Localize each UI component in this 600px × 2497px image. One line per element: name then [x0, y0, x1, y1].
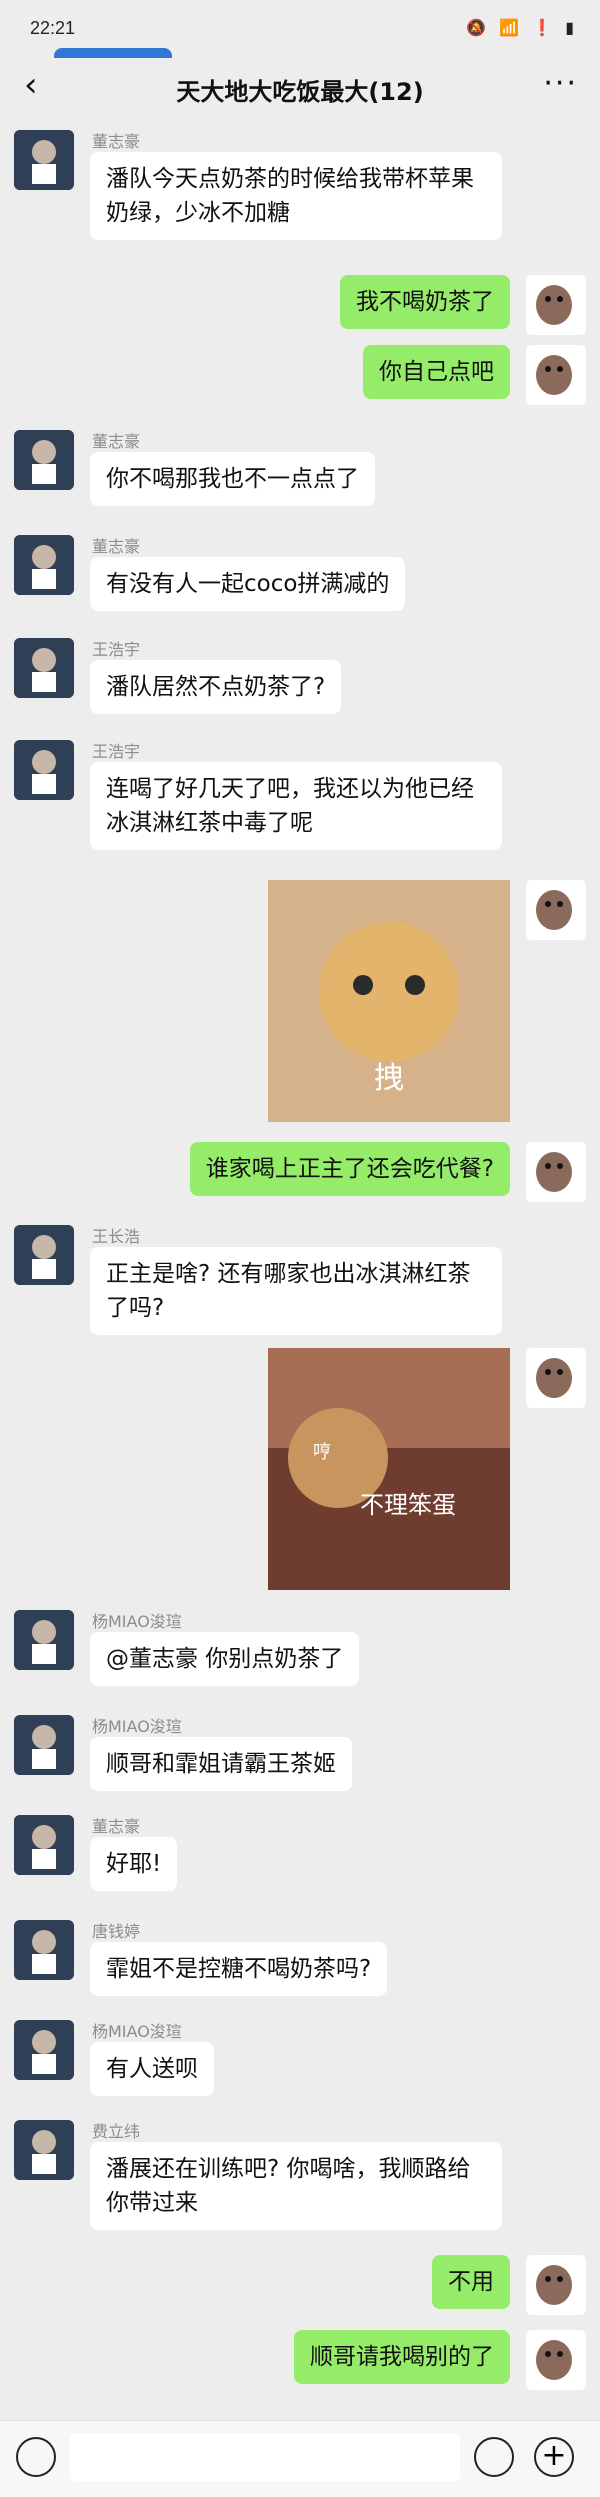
voice-button[interactable]	[16, 2437, 56, 2477]
avatar[interactable]	[526, 345, 586, 405]
message-bubble[interactable]: 潘展还在训练吧? 你喝啥，我顺路给你带过来	[90, 2142, 502, 2230]
avatar[interactable]	[526, 880, 586, 940]
message-bubble[interactable]: @董志豪 你别点奶茶了	[90, 1632, 360, 1686]
sender-name: 董志豪	[92, 537, 141, 556]
input-bar: +	[0, 2420, 600, 2497]
message-bubble[interactable]: 潘队今天点奶茶的时候给我带杯苹果奶绿，少冰不加糖	[90, 152, 502, 240]
sender-name: 王浩宇	[92, 742, 141, 761]
sender-name: 董志豪	[92, 1817, 141, 1836]
avatar[interactable]	[14, 535, 74, 595]
avatar[interactable]	[14, 2020, 74, 2080]
message-bubble[interactable]: 潘队居然不点奶茶了?	[90, 660, 342, 714]
mute-icon: 🔕	[466, 18, 491, 37]
message-bubble[interactable]: 霏姐不是控糖不喝奶茶吗?	[90, 1942, 388, 1996]
message-bubble[interactable]: 顺哥和霏姐请霸王茶姬	[90, 1737, 352, 1791]
message-bubble[interactable]: 有没有人一起coco拼满减的	[90, 557, 406, 611]
message-input[interactable]	[70, 2433, 460, 2481]
avatar[interactable]	[14, 1610, 74, 1670]
message-bubble[interactable]: 你不喝那我也不一点点了	[90, 452, 375, 506]
message-bubble[interactable]: 连喝了好几天了吧，我还以为他已经冰淇淋红茶中毒了呢	[90, 762, 502, 850]
avatar[interactable]	[526, 275, 586, 335]
plus-button[interactable]: +	[534, 2437, 574, 2477]
message-bubble[interactable]: 正主是啥? 还有哪家也出冰淇淋红茶了吗?	[90, 1247, 502, 1335]
sender-name: 杨MIAO浚瑄	[92, 1612, 182, 1631]
avatar[interactable]	[14, 430, 74, 490]
sender-name: 杨MIAO浚瑄	[92, 1717, 182, 1736]
avatar[interactable]	[14, 130, 74, 190]
avatar[interactable]	[14, 1225, 74, 1285]
image-message[interactable]: 拽	[268, 880, 510, 1122]
sender-name: 王长浩	[92, 1227, 141, 1246]
avatar[interactable]	[14, 2120, 74, 2180]
avatar[interactable]	[526, 2330, 586, 2390]
message-bubble[interactable]: 你自己点吧	[363, 345, 510, 399]
avatar[interactable]	[14, 1715, 74, 1775]
avatar[interactable]	[14, 1920, 74, 1980]
sender-name: 费立纬	[92, 2122, 141, 2141]
sender-name: 董志豪	[92, 432, 141, 451]
wifi-icon: 📶	[499, 18, 524, 37]
avatar[interactable]	[526, 1142, 586, 1202]
time: 22:21	[30, 18, 76, 38]
avatar[interactable]	[14, 1815, 74, 1875]
image-message[interactable]: 哼不理笨蛋	[268, 1348, 510, 1590]
image-caption: 拽	[374, 1061, 404, 1096]
message-bubble[interactable]: 有人送呗	[90, 2042, 214, 2096]
message-bubble[interactable]: 我不喝奶茶了	[340, 275, 510, 329]
sender-name: 杨MIAO浚瑄	[92, 2022, 182, 2041]
chat-title: 天大地大吃饭最大(12)	[176, 78, 424, 106]
more-button[interactable]: ···	[543, 66, 578, 101]
chat-header: ‹ 天大地大吃饭最大(12) ···	[0, 58, 600, 118]
image-caption: 不理笨蛋	[360, 1491, 456, 1519]
status-icons: 🔕 📶 ❗ ▮	[466, 18, 578, 37]
sender-name: 唐钱婷	[92, 1922, 141, 1941]
sender-name: 王浩宇	[92, 640, 141, 659]
emoji-button[interactable]	[474, 2437, 514, 2477]
battery-icon: ▮	[565, 18, 578, 37]
message-bubble[interactable]: 谁家喝上正主了还会吃代餐?	[189, 1142, 510, 1196]
avatar[interactable]	[526, 2255, 586, 2315]
image-small-caption: 哼	[313, 1442, 331, 1463]
alert-icon: ❗	[532, 18, 557, 37]
message-bubble[interactable]: 好耶!	[90, 1837, 178, 1891]
avatar[interactable]	[14, 638, 74, 698]
sender-name: 董志豪	[92, 132, 141, 151]
message-bubble[interactable]: 顺哥请我喝别的了	[294, 2330, 510, 2384]
avatar[interactable]	[526, 1348, 586, 1408]
message-bubble[interactable]: 不用	[432, 2255, 510, 2309]
avatar[interactable]	[14, 740, 74, 800]
